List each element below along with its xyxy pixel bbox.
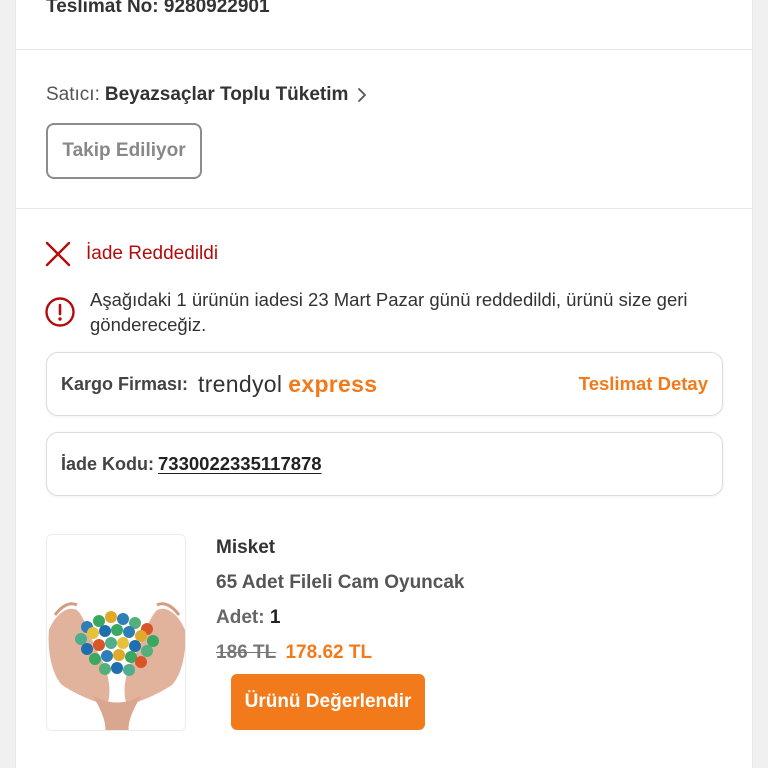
divider (16, 208, 752, 209)
product-quantity: Adet: 1 (216, 607, 280, 629)
return-status-title: İade Reddedildi (86, 243, 219, 264)
product-price: 186 TL 178.62 TL (216, 642, 372, 664)
product-description: 65 Adet Fileli Cam Oyuncak (216, 572, 465, 593)
return-code-box: İade Kodu: 7330022335117878 (46, 432, 723, 496)
product-name: Misket (216, 537, 276, 558)
delivery-detail-link[interactable]: Teslimat Detay (579, 373, 708, 395)
product-image[interactable] (46, 534, 186, 731)
follow-button[interactable]: Takip Ediliyor (46, 123, 202, 179)
divider (16, 49, 752, 50)
logo-express: express (288, 370, 378, 397)
delivery-number: Teslimat No: 9280922901 (46, 0, 270, 18)
cargo-box: Kargo Firması: trendyol express Teslimat … (46, 352, 723, 416)
return-status: İade Reddedildi (44, 240, 218, 268)
return-code-value[interactable]: 7330022335117878 (158, 453, 322, 475)
seller-label: Satıcı: (46, 84, 100, 105)
return-info-message: Aşağıdaki 1 ürünün iadesi 23 Mart Pazar … (90, 289, 688, 335)
order-detail-card: Teslimat No: 9280922901 Satıcı: Beyazsaç… (15, 0, 753, 768)
logo-trendyol: trendyol (198, 370, 283, 397)
quantity-label: Adet: (216, 607, 265, 628)
info-icon (45, 297, 75, 327)
rate-product-button[interactable]: Ürünü Değerlendir (231, 674, 425, 730)
delivery-number-value: 9280922901 (163, 0, 270, 17)
new-price: 178.62 TL (285, 642, 373, 663)
marbles-in-hands-image (47, 535, 185, 730)
quantity-value: 1 (269, 607, 281, 628)
old-price: 186 TL (216, 642, 277, 663)
chevron-right-icon (358, 88, 367, 102)
cargo-label: Kargo Firması: (61, 373, 189, 394)
close-icon (45, 241, 71, 267)
seller-link[interactable]: Satıcı: Beyazsaçlar Toplu Tüketim (46, 84, 368, 106)
return-code-label: İade Kodu: (61, 453, 154, 474)
return-info: Aşağıdaki 1 ürünün iadesi 23 Mart Pazar … (44, 287, 734, 337)
seller-name: Beyazsaçlar Toplu Tüketim (104, 84, 349, 105)
trendyol-express-logo: trendyol express (198, 371, 377, 398)
delivery-number-label: Teslimat No: (46, 0, 159, 17)
